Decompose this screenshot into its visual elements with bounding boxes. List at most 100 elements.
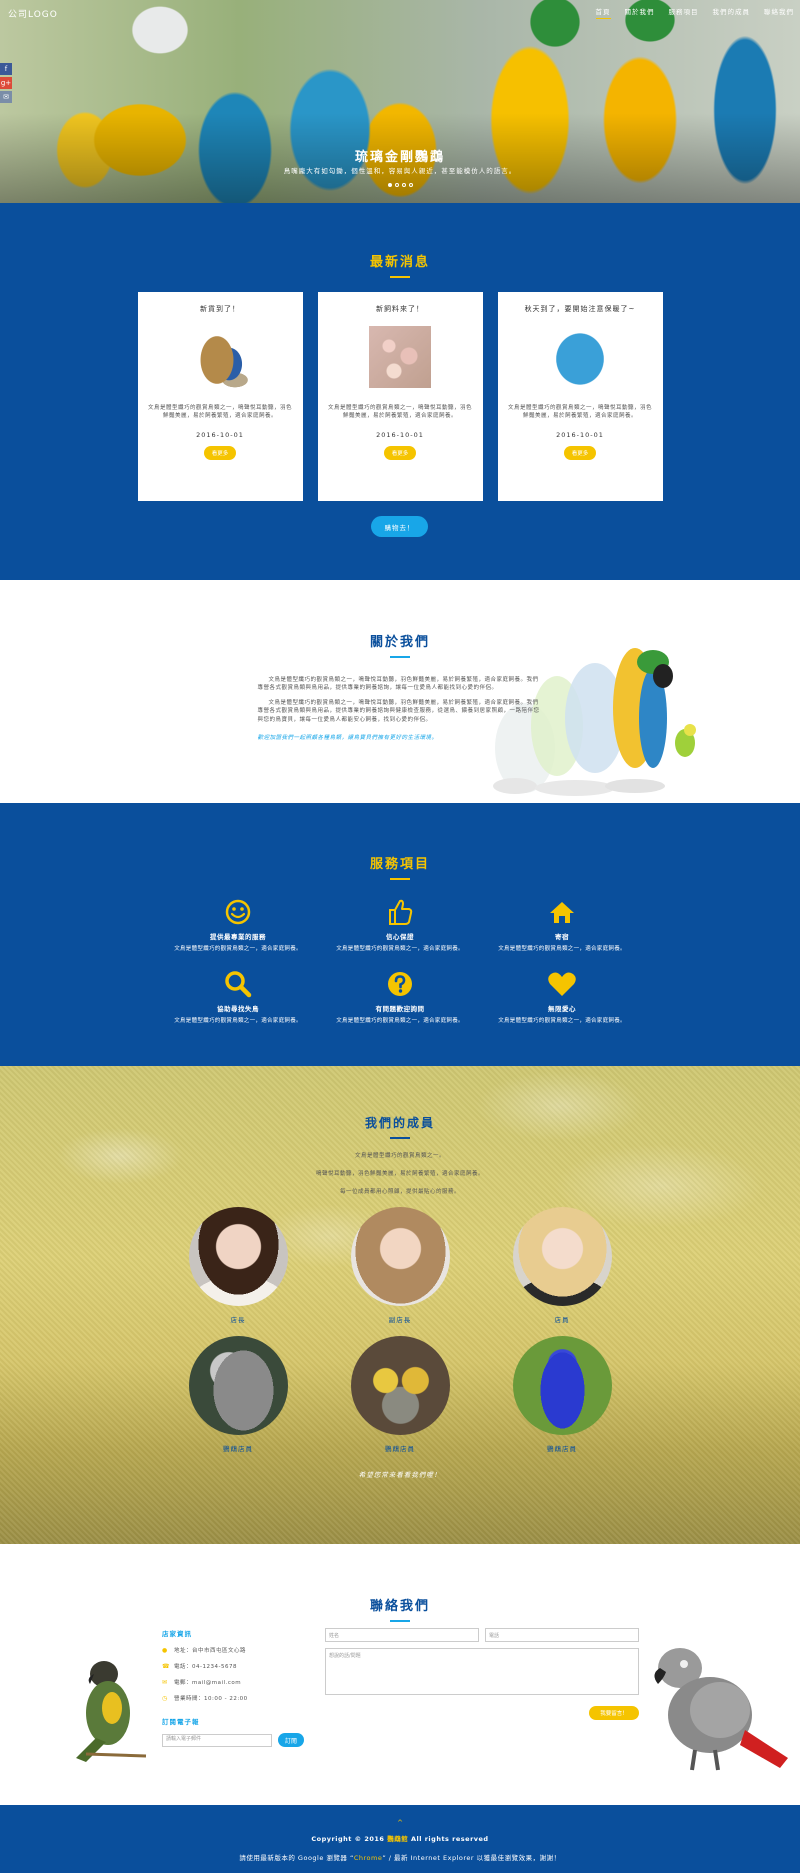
send-message-button[interactable]: 我要留言！: [589, 1706, 639, 1720]
news-card-title: 新貨到了！: [200, 304, 240, 313]
nav-about[interactable]: 關於我們: [625, 6, 655, 19]
parrots-illustration: [493, 648, 696, 796]
about-note: 歡迎加盟我們一起照顧各種鳥類，讓鳥寶貝們擁有更好的生活環境。: [257, 735, 438, 741]
member-card: 鸚鵡店員: [157, 1335, 319, 1453]
clock-icon: ◷: [162, 1694, 168, 1702]
subscribe-heading: 訂閱電子報: [162, 1718, 200, 1726]
shop-button[interactable]: 購物去！: [371, 516, 428, 537]
store-info-heading: 店家資訊: [162, 1630, 192, 1638]
member-avatar: [350, 1206, 450, 1306]
service-item: 協助尋找失鳥 文鳥是體型纖巧的觀賞鳥類之一，適合家庭飼養。: [157, 968, 319, 1024]
map-pin-icon: ●: [162, 1646, 168, 1654]
member-avatar: [188, 1335, 288, 1435]
members-intro-line: 每一位成員都用心照顧，提供最貼心的服務。: [339, 1188, 460, 1195]
browser-notice: 請使用最新版本的 Google 瀏覽器 “Chrome” / 最新 Intern…: [0, 1852, 800, 1862]
nav-members[interactable]: 我們的成員: [713, 6, 751, 19]
service-title: 有問題歡迎詢問: [375, 1004, 425, 1013]
name-field[interactable]: 姓名: [325, 1628, 479, 1642]
store-info: 店家資訊 ● 地址：台中市西屯區文心路 ☎ 電話：04-1234-5678 ✉ 電郵：…: [162, 1628, 312, 1747]
slider-dot-4[interactable]: [408, 183, 413, 187]
services-divider: [390, 878, 410, 880]
member-name: 店長: [230, 1315, 246, 1324]
news-card-title: 秋天到了，要開始注意保暖了~: [524, 304, 636, 313]
site-footer: ^ Copyright © 2016 鸚鵡館 All rights reserv…: [0, 1805, 800, 1873]
members-intro-line: 鳴聲悅耳動聽，羽色鮮豔美麗，易於飼養繁殖，適合家庭飼養。: [315, 1170, 484, 1177]
heart-icon: [481, 968, 643, 1000]
subscribe-row: 請輸入電子郵件 訂閱: [162, 1733, 312, 1747]
member-name: 鸚鵡店員: [223, 1444, 253, 1453]
mail-icon[interactable]: ✉: [0, 91, 12, 103]
service-title: 提供最專業的服務: [210, 932, 266, 941]
browser-notice-brand: Chrome: [353, 1854, 383, 1862]
service-desc: 文鳥是體型纖巧的觀賞鳥類之一，適合家庭飼養。: [498, 1017, 626, 1024]
member-card: 鸚鵡店員: [481, 1335, 643, 1453]
hours-text: 營業時間：10:00 - 22:00: [174, 1696, 248, 1702]
services-grid: 提供最專業的服務 文鳥是體型纖巧的觀賞鳥類之一，適合家庭飼養。 信心保證 文鳥是…: [0, 896, 800, 1024]
news-cards: 新貨到了！ 文鳥是體型纖巧的觀賞鳥類之一，鳴聲悅耳動聽，羽色鮮豔美麗，易於飼養繁…: [0, 291, 800, 501]
copyright-prefix: Copyright © 2016: [311, 1835, 388, 1843]
hero-subtitle: 鳥嘴龐大有如勾鋤，個性溫和，容易與人親近，甚至能模仿人的語言。: [283, 167, 517, 175]
slider-dot-3[interactable]: [401, 183, 406, 187]
news-card-image: [189, 325, 251, 388]
news-card-date: 2016-10-01: [556, 430, 604, 439]
hero-banner: 公司LOGO 首頁 關於我們 服務項目 我們的成員 聯絡我們 f g+ ✉ 琉璃…: [0, 0, 800, 203]
message-field[interactable]: 想說的話/問題: [325, 1648, 639, 1695]
nav-home[interactable]: 首頁: [595, 6, 611, 19]
members-grid: 店長 副店長 店員 鸚鵡店員 鸚鵡店員 鸚鵡店員: [0, 1206, 800, 1453]
google-plus-icon[interactable]: g+: [0, 77, 12, 89]
email-text[interactable]: 電郵：mail@mail.com: [174, 1678, 241, 1686]
copyright: Copyright © 2016 鸚鵡館 All rights reserved: [0, 1833, 800, 1843]
service-title: 協助尋找失鳥: [217, 1004, 259, 1013]
home-icon: [481, 896, 643, 928]
copyright-brand: 鸚鵡館: [387, 1835, 409, 1843]
service-item: 寄宿 文鳥是體型纖巧的觀賞鳥類之一，適合家庭飼養。: [481, 896, 643, 952]
service-item: 無限愛心 文鳥是體型纖巧的觀賞鳥類之一，適合家庭飼養。: [481, 968, 643, 1024]
about-section: 關於我們 文鳥是體型纖巧的觀賞鳥類之一，鳴聲悅耳動聽，羽色鮮豔美麗，易於飼養繁殖…: [0, 580, 800, 803]
main-nav: 首頁 關於我們 服務項目 我們的成員 聯絡我們: [595, 6, 795, 19]
facebook-icon[interactable]: f: [0, 63, 12, 75]
members-section: 我們的成員 文鳥是體型纖巧的觀賞鳥類之一。 鳴聲悅耳動聽，羽色鮮豔美麗，易於飼養…: [0, 1066, 800, 1544]
nav-services[interactable]: 服務項目: [669, 6, 699, 19]
social-bar: f g+ ✉: [0, 63, 12, 103]
news-card-more-button[interactable]: 看更多: [203, 445, 237, 460]
back-to-top-icon[interactable]: ^: [0, 1819, 800, 1827]
service-desc: 文鳥是體型纖巧的觀賞鳥類之一，適合家庭飼養。: [498, 945, 626, 952]
slider-dot-2[interactable]: [394, 183, 399, 187]
news-card: 秋天到了，要開始注意保暖了~ 文鳥是體型纖巧的觀賞鳥類之一，鳴聲悅耳動聽，羽色鮮…: [497, 291, 663, 501]
member-avatar: [188, 1206, 288, 1306]
service-desc: 文鳥是體型纖巧的觀賞鳥類之一，適合家庭飼養。: [174, 945, 302, 952]
member-avatar: [512, 1335, 612, 1435]
parrot-right-illustration: [654, 1648, 788, 1771]
news-card-text: 文鳥是體型纖巧的觀賞鳥類之一，鳴聲悅耳動聽，羽色鮮豔美麗，易於飼養繁殖，適合家庭…: [327, 404, 472, 420]
news-title: 最新消息: [369, 255, 430, 270]
member-avatar: [350, 1335, 450, 1435]
site-logo[interactable]: 公司LOGO: [8, 7, 58, 20]
member-card: 店員: [481, 1206, 643, 1324]
members-title: 我們的成員: [364, 1116, 435, 1130]
service-desc: 文鳥是體型纖巧的觀賞鳥類之一，適合家庭飼養。: [174, 1017, 302, 1024]
hours-row: ◷ 營業時間：10:00 - 22:00: [162, 1694, 312, 1703]
browser-notice-suffix: ” / 最新 Internet Explorer 以獲最佳瀏覽效果，謝謝！: [382, 1854, 561, 1862]
subscribe-email-input[interactable]: 請輸入電子郵件: [162, 1733, 272, 1747]
phone-text: 電話：04-1234-5678: [174, 1664, 237, 1670]
service-item: 提供最專業的服務 文鳥是體型纖巧的觀賞鳥類之一，適合家庭飼養。: [157, 896, 319, 952]
hero-title: 琉璃金剛鸚鵡: [354, 150, 445, 165]
subscribe-button[interactable]: 訂閱: [278, 1733, 304, 1747]
news-card-image: [369, 325, 431, 388]
news-card-more-button[interactable]: 看更多: [563, 445, 597, 460]
about-paragraph: 文鳥是體型纖巧的觀賞鳥類之一，鳴聲悅耳動聽，羽色鮮豔美麗，易於飼養繁殖，適合家庭…: [257, 699, 540, 723]
smile-icon: [157, 896, 319, 928]
news-card-image: [549, 325, 611, 388]
news-card-more-button[interactable]: 看更多: [383, 445, 417, 460]
members-divider: [390, 1137, 410, 1139]
phone-field[interactable]: 電話: [485, 1628, 639, 1642]
news-divider: [390, 276, 410, 278]
nav-contact[interactable]: 聯絡我們: [764, 6, 794, 19]
service-title: 信心保證: [386, 932, 414, 941]
member-card: 副店長: [319, 1206, 481, 1324]
service-title: 寄宿: [555, 932, 569, 941]
member-card: 鸚鵡店員: [319, 1335, 481, 1453]
slider-dot-1[interactable]: [387, 183, 392, 187]
news-card-text: 文鳥是體型纖巧的觀賞鳥類之一，鳴聲悅耳動聽，羽色鮮豔美麗，易於飼養繁殖，適合家庭…: [507, 404, 652, 420]
slider-dots: [0, 183, 800, 187]
